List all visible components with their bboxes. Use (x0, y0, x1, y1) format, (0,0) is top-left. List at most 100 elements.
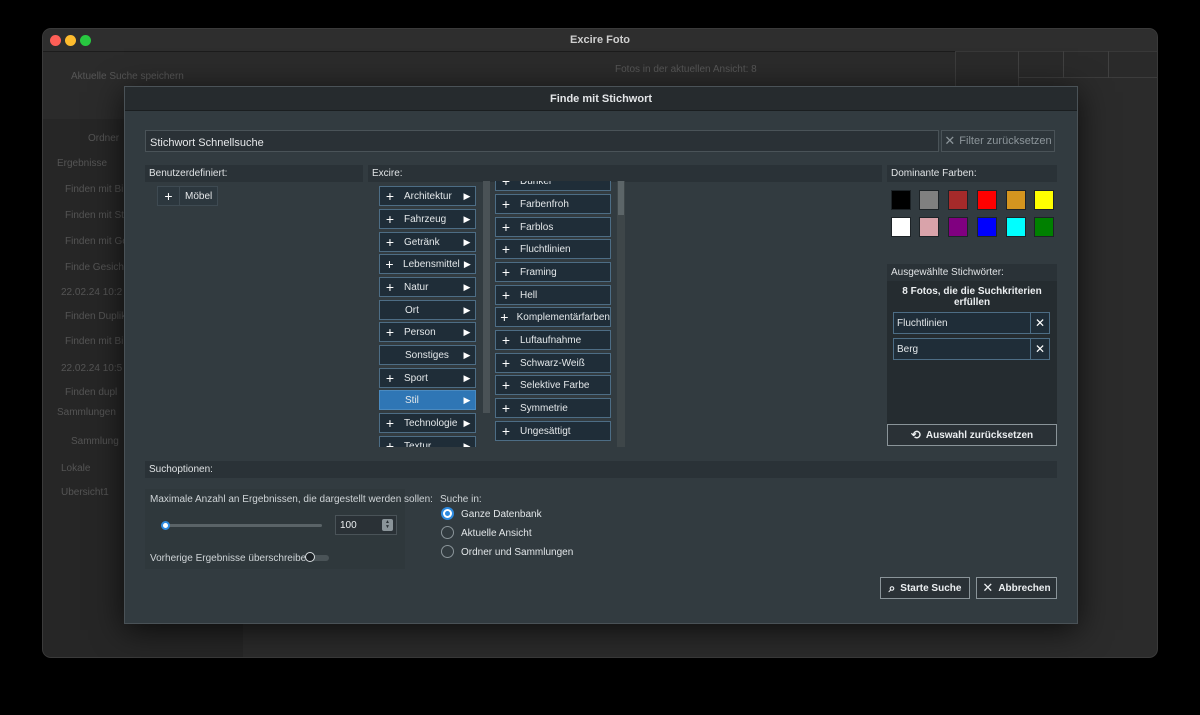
search-icon: ⌕ (888, 580, 896, 595)
color-swatch-red[interactable] (977, 190, 997, 210)
cancel-button[interactable]: ✕ Abbrechen (976, 577, 1057, 599)
max-results-slider-thumb[interactable] (161, 521, 170, 530)
plus-icon[interactable]: + (496, 218, 516, 236)
bg-photo-count: Fotos in der aktuellen Ansicht: 8 (615, 64, 757, 75)
bg-sidebar-item: Finden dupl (65, 387, 118, 398)
keyword-item[interactable]: + Symmetrie (495, 398, 611, 418)
window-title: Excire Foto (570, 34, 630, 46)
bg-location-icon (1063, 51, 1109, 78)
radio-current-view[interactable] (441, 526, 454, 539)
bg-sidebar-item: 22.02.24 10:2 (61, 287, 123, 298)
plus-icon[interactable]: + (496, 240, 516, 258)
selected-header: Ausgewählte Stichwörter: (887, 264, 1057, 281)
plus-icon[interactable]: + (496, 399, 516, 417)
keyword-item[interactable]: + Ungesättigt (495, 421, 611, 441)
remove-keyword-icon[interactable]: ✕ (1030, 313, 1049, 333)
keyword-scrollbar-track[interactable] (617, 181, 625, 447)
radio-folders-collections[interactable] (441, 545, 454, 558)
dialog-title: Finde mit Stichwort (549, 93, 653, 105)
stepper-arrows-icon[interactable]: ▲ ▼ (382, 519, 393, 531)
keyword-item[interactable]: + Farbenfroh (495, 194, 611, 214)
color-swatch-white[interactable] (891, 217, 911, 237)
keyword-label: Ungesättigt (520, 425, 571, 437)
keyword-label: Dunkel (520, 181, 552, 187)
plus-icon[interactable]: + (496, 422, 516, 440)
plus-icon[interactable]: + (496, 181, 516, 190)
custom-header: Benutzerdefiniert: (145, 165, 363, 182)
color-swatch-black[interactable] (891, 190, 911, 210)
bg-copy-icon (1018, 51, 1064, 78)
bg-sidebar-item: Sammlung (71, 436, 119, 447)
keyword-label: Luftaufnahme (520, 334, 582, 346)
plus-icon[interactable]: + (496, 331, 516, 349)
color-swatch-pink[interactable] (919, 217, 939, 237)
keyword-item[interactable]: + Farblos (495, 217, 611, 237)
overwrite-label: Vorherige Ergebnisse überschreiben: (150, 553, 315, 564)
bg-sidebar-item: Ubersicht1 (61, 487, 109, 498)
filter-reset-button[interactable]: ✕ Filter zurücksetzen (941, 130, 1055, 152)
color-swatch-gray[interactable] (919, 190, 939, 210)
search-in-label: Suche in: (440, 494, 482, 505)
bg-key-icon (1108, 51, 1157, 78)
selected-keywords-panel: Ausgewählte Stichwörter: 8 Fotos, die di… (887, 264, 1057, 446)
color-swatch-cyan[interactable] (1006, 217, 1026, 237)
remove-keyword-icon[interactable]: ✕ (1030, 339, 1049, 359)
search-options-header: Suchoptionen: (145, 461, 1057, 478)
plus-icon[interactable]: + (496, 286, 516, 304)
color-swatch-blue[interactable] (977, 217, 997, 237)
keyword-search-input[interactable]: Stichwort Schnellsuche (145, 130, 939, 152)
selected-keyword-label: Berg (897, 343, 919, 355)
result-count: 8 Fotos, die die Suchkriterien erfüllen (902, 286, 1042, 308)
radio-label: Ordner und Sammlungen (461, 547, 574, 558)
start-search-label: Starte Suche (900, 582, 962, 594)
toggle-knob[interactable] (305, 552, 315, 562)
plus-icon[interactable]: + (496, 376, 516, 394)
excire-header: Excire: (368, 165, 882, 182)
color-swatch-purple[interactable] (948, 217, 968, 237)
reset-search-icon: ⟲ (910, 428, 921, 442)
keyword-search-dialog: Finde mit Stichwort Stichwort Schnellsuc… (124, 86, 1078, 624)
color-swatch-orange[interactable] (1006, 190, 1026, 210)
max-results-value: 100 (340, 519, 357, 531)
keyword-item[interactable]: + Luftaufnahme (495, 330, 611, 350)
keyword-item[interactable]: + Schwarz-Weiß (495, 353, 611, 373)
radio-label: Aktuelle Ansicht (461, 528, 532, 539)
start-search-button[interactable]: ⌕ Starte Suche (880, 577, 970, 599)
overwrite-toggle[interactable] (305, 552, 329, 562)
radio-whole-database[interactable] (441, 507, 454, 520)
plus-icon[interactable]: + (496, 354, 516, 372)
keyword-item[interactable]: + Fluchtlinien (495, 239, 611, 259)
subcategory-list: + Dunkel + Farbenfroh + Farblos + Fluchtlini… (125, 181, 625, 447)
reset-selection-button[interactable]: ⟲ Auswahl zurücksetzen (887, 424, 1057, 446)
reset-selection-label: Auswahl zurücksetzen (925, 429, 1034, 441)
keyword-label: Framing (520, 266, 557, 278)
keyword-item[interactable]: + Framing (495, 262, 611, 282)
keyword-item[interactable]: + Dunkel (495, 181, 611, 191)
color-swatch-green[interactable] (1034, 217, 1054, 237)
keyword-scrollbar-thumb[interactable] (618, 181, 624, 215)
keyword-label: Hell (520, 289, 538, 301)
keyword-item[interactable]: + Hell (495, 285, 611, 305)
bg-sidebar-item: Finden mit Bild (65, 336, 132, 347)
keyword-label: Symmetrie (520, 402, 568, 414)
max-results-label: Maximale Anzahl an Ergebnissen, die darg… (150, 494, 433, 505)
selected-keyword-label: Fluchtlinien (897, 317, 948, 329)
keyword-label: Schwarz-Weiß (520, 357, 585, 369)
close-icon: ✕ (982, 580, 994, 595)
color-swatch-yellow[interactable] (1034, 190, 1054, 210)
dialog-titlebar: Finde mit Stichwort (125, 87, 1077, 111)
keyword-label: Farblos (520, 221, 554, 233)
plus-icon[interactable]: + (496, 263, 516, 281)
plus-icon[interactable]: + (496, 195, 516, 213)
keyword-item[interactable]: + Selektive Farbe (495, 375, 611, 395)
max-results-slider[interactable] (165, 524, 322, 527)
plus-icon[interactable]: + (496, 308, 513, 326)
colors-header: Dominante Farben: (887, 165, 1057, 182)
keyword-item[interactable]: + Komplementärfarben (495, 307, 611, 327)
keyword-label: Farbenfroh (520, 198, 569, 210)
color-swatch-brown[interactable] (948, 190, 968, 210)
keyword-label: Komplementärfarben (516, 311, 610, 323)
max-results-spinbox[interactable]: 100 ▲ ▼ (335, 515, 397, 535)
bg-sidebar-item: Sammlungen (57, 407, 116, 418)
selected-keyword-chip: Berg ✕ (893, 338, 1050, 360)
